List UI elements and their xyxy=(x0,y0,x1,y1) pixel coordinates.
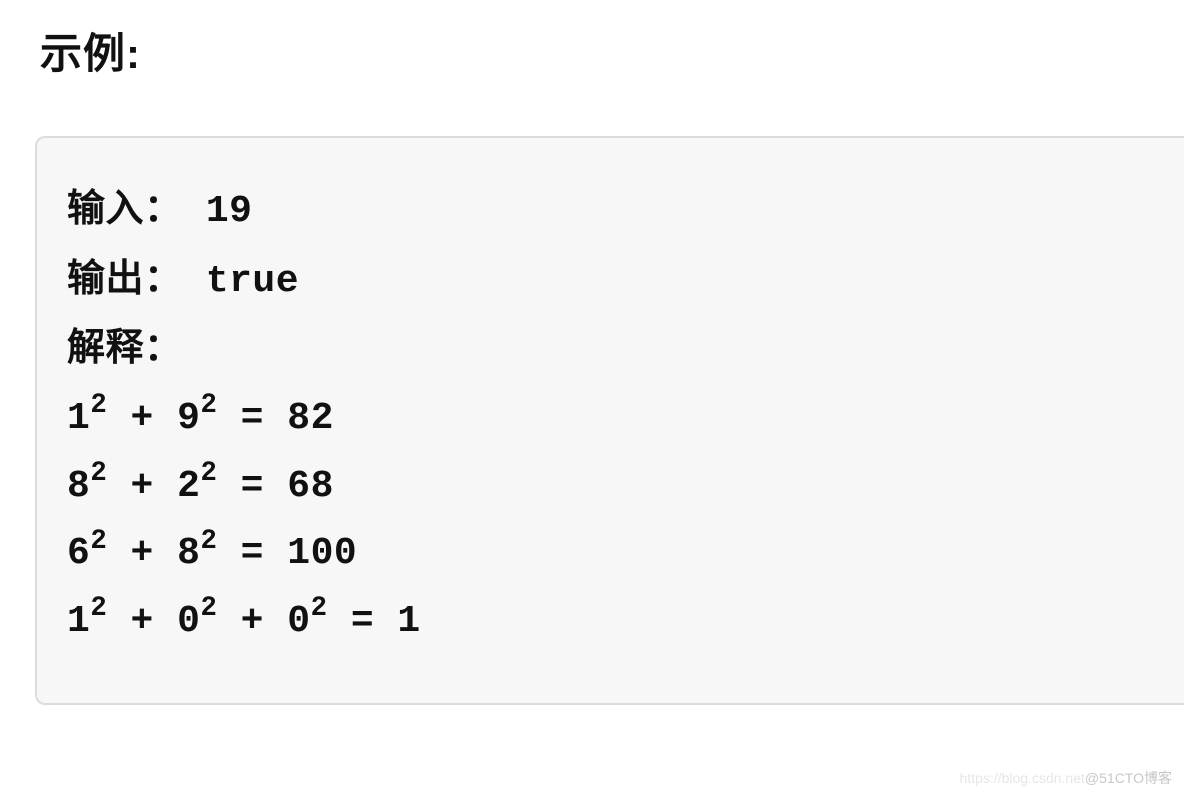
watermark-url: https://blog.csdn.net xyxy=(960,770,1085,786)
watermark: https://blog.csdn.net@51CTO博客 xyxy=(960,768,1172,788)
explanation-line: 12 + 92 = 82 xyxy=(67,385,1154,453)
explain-label-line: 解释： xyxy=(67,315,1154,385)
output-line: 输出： true xyxy=(67,246,1154,316)
explanation-line: 62 + 82 = 100 xyxy=(67,520,1154,588)
explanation-line: 82 + 22 = 68 xyxy=(67,453,1154,521)
explanation-line: 12 + 02 + 02 = 1 xyxy=(67,588,1154,656)
example-heading: 示例: xyxy=(40,20,1184,81)
explain-label: 解释： xyxy=(67,327,183,369)
watermark-handle: @51CTO博客 xyxy=(1085,770,1172,786)
input-label: 输入： xyxy=(67,188,183,230)
input-line: 输入： 19 xyxy=(67,176,1154,246)
output-value: true xyxy=(206,260,299,303)
explanation-lines: 12 + 92 = 8282 + 22 = 6862 + 82 = 10012 … xyxy=(67,385,1154,656)
output-label: 输出： xyxy=(67,258,183,300)
example-code-block: 输入： 19 输出： true 解释： 12 + 92 = 8282 + 22 … xyxy=(35,136,1184,705)
input-value: 19 xyxy=(206,190,253,233)
